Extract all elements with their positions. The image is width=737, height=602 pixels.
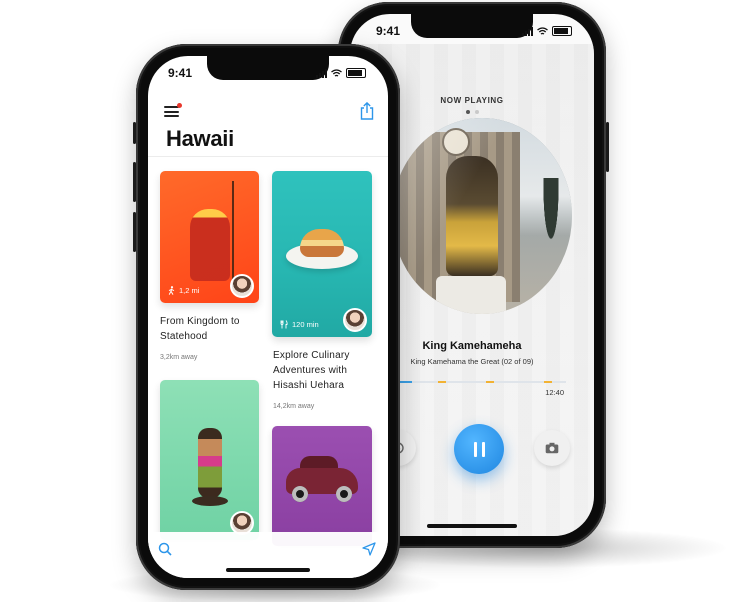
page-dot[interactable] (474, 110, 479, 114)
status-time: 9:41 (168, 66, 193, 80)
volume-up-button (133, 162, 136, 202)
hawaiian-warrior-image (190, 209, 230, 281)
wifi-icon (331, 68, 342, 77)
share-icon[interactable] (360, 102, 374, 120)
top-bar (164, 102, 374, 122)
card-meta: 1,2 mi (168, 286, 199, 295)
food-image (300, 229, 344, 257)
tour-card-kingdom[interactable]: 1,2 mi (160, 171, 259, 303)
side-button (606, 122, 609, 172)
walking-icon (168, 286, 175, 295)
menu-icon[interactable] (164, 103, 182, 117)
battery-icon (552, 26, 572, 36)
home-indicator[interactable] (226, 568, 310, 572)
track-duration: 12:40 (545, 388, 564, 397)
pause-icon (473, 441, 477, 457)
front-phone: 9:41 Hawaii 1,2 mi From Kingdom to State… (133, 44, 400, 590)
status-icons (522, 26, 572, 36)
status-icons (316, 68, 366, 78)
avatar[interactable] (230, 274, 254, 298)
card-meta-text: 1,2 mi (179, 286, 200, 295)
card-title[interactable]: From Kingdom to Statehood (160, 314, 240, 344)
progress-bar[interactable] (378, 381, 566, 383)
statue-artwork-image (392, 118, 572, 314)
status-time: 9:41 (376, 24, 401, 38)
search-icon[interactable] (158, 542, 172, 556)
camera-icon (545, 442, 559, 454)
navigation-arrow-icon[interactable] (362, 542, 376, 556)
camera-button[interactable] (534, 430, 570, 466)
card-meta: 120 min (280, 320, 319, 329)
card-distance: 3,2km away (160, 354, 198, 361)
status-bar: 9:41 (350, 24, 594, 40)
card-distance: 14,2km away (273, 403, 315, 410)
explore-screen: 9:41 Hawaii 1,2 mi From Kingdom to State… (148, 56, 388, 578)
page-title: Hawaii (166, 126, 234, 151)
cellular-signal-icon (316, 68, 327, 78)
fork-knife-icon (280, 320, 288, 329)
battery-icon (346, 68, 366, 78)
cellular-signal-icon (522, 26, 533, 36)
tab-bar (148, 532, 388, 578)
page-dot-active[interactable] (465, 110, 470, 114)
volume-down-button (133, 212, 136, 252)
tour-card-culinary[interactable]: 120 min (272, 171, 372, 337)
avatar[interactable] (343, 308, 367, 332)
divider (148, 156, 388, 157)
pause-button[interactable] (454, 424, 504, 474)
card-title[interactable]: Explore Culinary Adventures with Hisashi… (273, 348, 350, 393)
card-meta-text: 120 min (292, 320, 319, 329)
tour-card-hula[interactable] (160, 380, 259, 540)
status-bar: 9:41 (148, 66, 388, 82)
hula-figurine-image (198, 428, 222, 498)
tour-card-vintage-car[interactable] (272, 426, 372, 546)
notification-badge (177, 103, 182, 108)
wifi-icon (537, 26, 548, 35)
home-indicator[interactable] (427, 524, 517, 528)
mute-switch (133, 122, 136, 144)
